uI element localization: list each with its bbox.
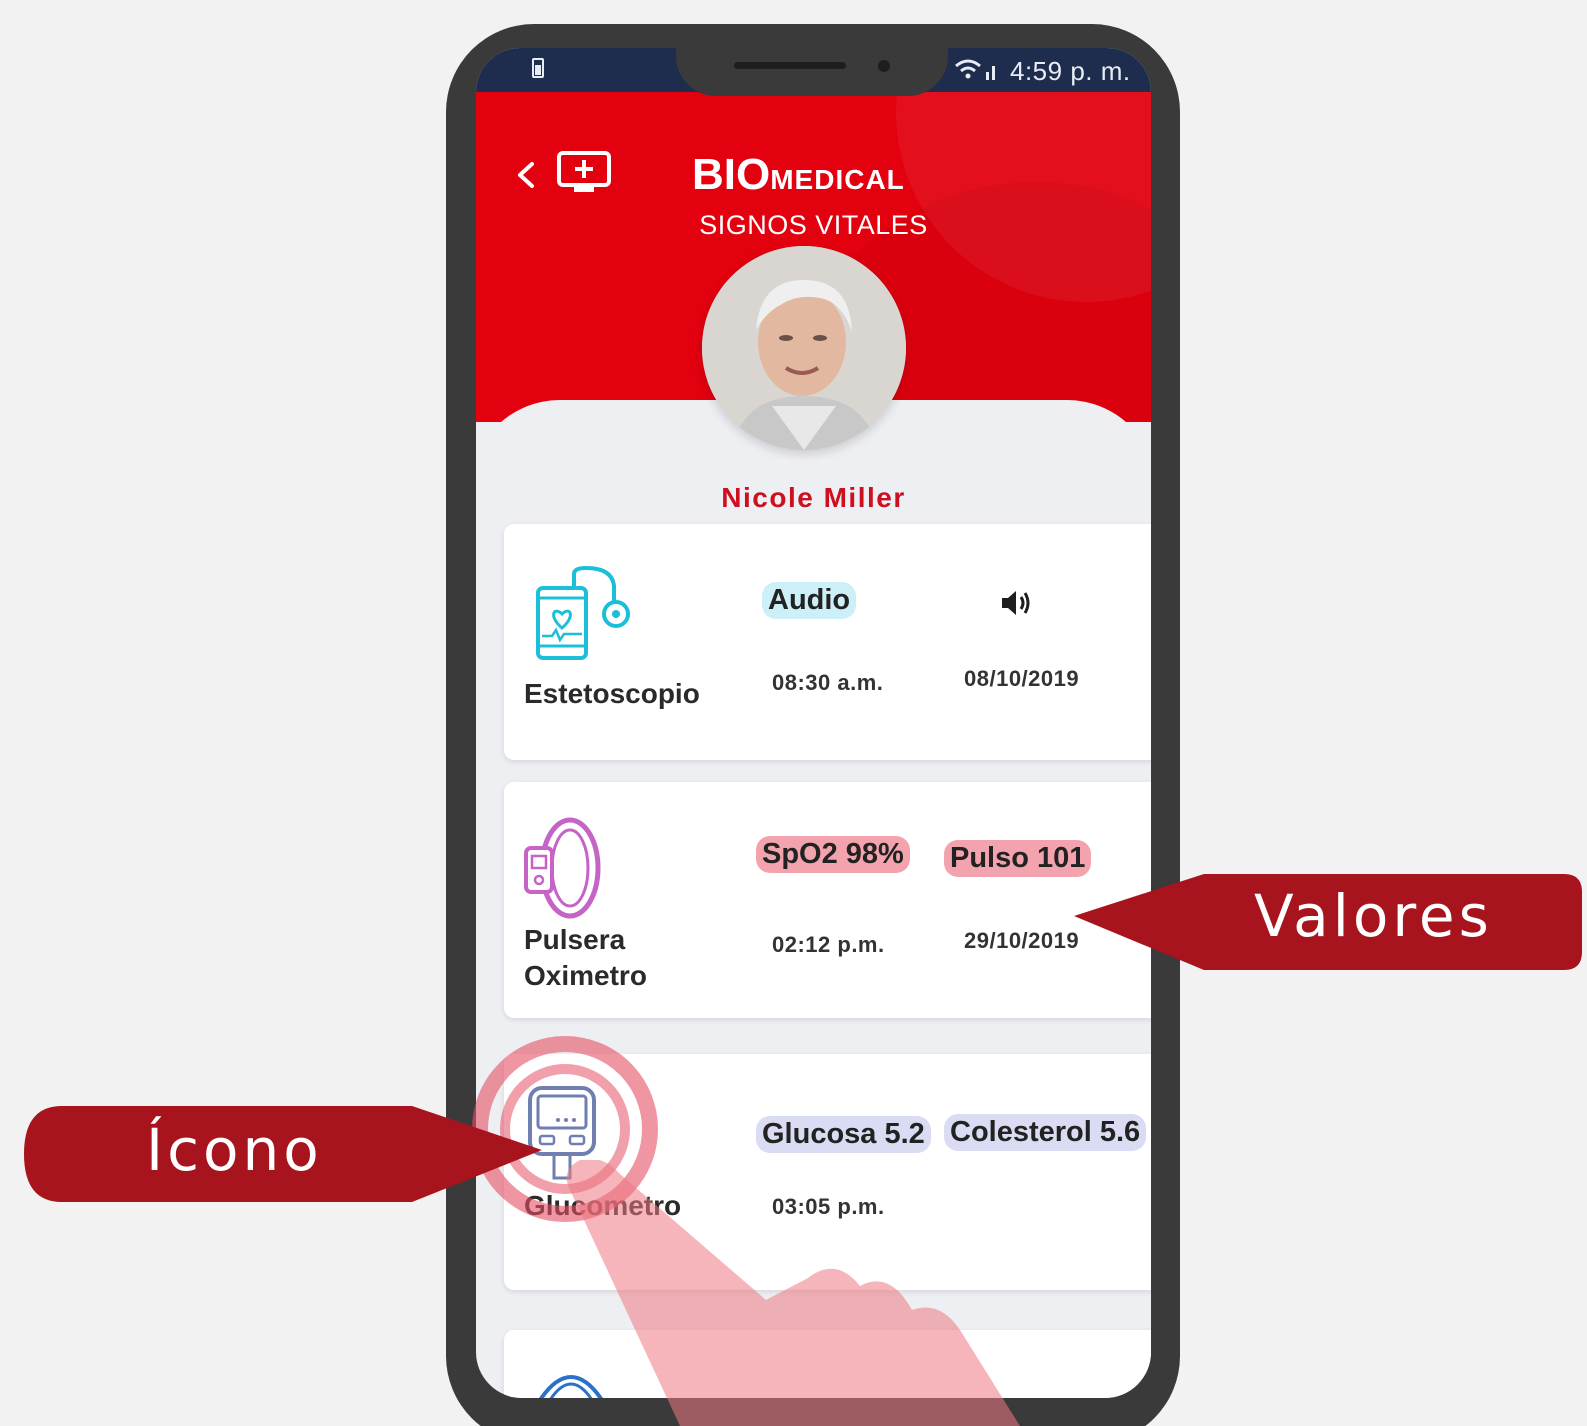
phone-speaker	[734, 62, 846, 69]
pointing-hand-overlay	[566, 1160, 1020, 1426]
avatar[interactable]	[702, 246, 906, 450]
page-title: SIGNOS VITALES	[699, 210, 928, 240]
phone-notch	[676, 24, 948, 96]
device-name: Estetoscopio	[524, 678, 700, 709]
brand-logo: BIOMEDICAL	[692, 150, 905, 200]
battery-icon	[532, 58, 544, 78]
reading-date: 29/10/2019	[964, 928, 1080, 953]
reading-time: 08:30 a.m.	[772, 670, 884, 695]
status-time: 4:59 p. m.	[1010, 56, 1131, 86]
device-name: Pulsera Oximetro	[524, 922, 647, 994]
value-badge-pulso[interactable]: Pulso 101	[944, 840, 1092, 877]
stage: 4:59 p. m. BIOMEDICAL SIGNOS VITALES Nic…	[0, 0, 1587, 1426]
back-arrow-icon[interactable]	[512, 160, 542, 190]
value-badge-spo2[interactable]: SpO2 98%	[756, 836, 910, 873]
values-callout-label: Valores	[1254, 882, 1493, 950]
speaker-icon[interactable]	[998, 586, 1034, 620]
brand-medical: MEDICAL	[770, 164, 905, 195]
value-badge-colesterol[interactable]: Colesterol 5.6	[944, 1114, 1147, 1151]
brand-bio: BIO	[692, 150, 771, 199]
patient-name: Nicole Miller	[721, 482, 906, 513]
wristband-oximeter-icon[interactable]	[522, 814, 606, 922]
phone-camera	[878, 60, 890, 72]
device-name-line2: Oximetro	[524, 960, 647, 991]
reading-time: 02:12 p.m.	[772, 932, 885, 957]
stethoscope-phone-icon[interactable]	[534, 566, 634, 662]
reading-date: 08/10/2019	[964, 666, 1080, 691]
monitor-add-icon[interactable]	[556, 150, 612, 194]
device-name-line1: Pulsera	[524, 924, 626, 955]
value-badge-glucosa[interactable]: Glucosa 5.2	[756, 1116, 931, 1153]
value-badge-audio[interactable]: Audio	[762, 582, 857, 619]
icon-callout-label: Ícono	[146, 1116, 323, 1184]
device-card-pulsera-oximetro[interactable]: Pulsera Oximetro SpO2 98% Pulso 101 02:1…	[504, 782, 1151, 1018]
wifi-signal-icon	[955, 59, 995, 80]
patient-photo	[702, 246, 906, 450]
device-card-estetoscopio[interactable]: Estetoscopio Audio 08:30 a.m. 08/10/2019	[504, 524, 1151, 760]
